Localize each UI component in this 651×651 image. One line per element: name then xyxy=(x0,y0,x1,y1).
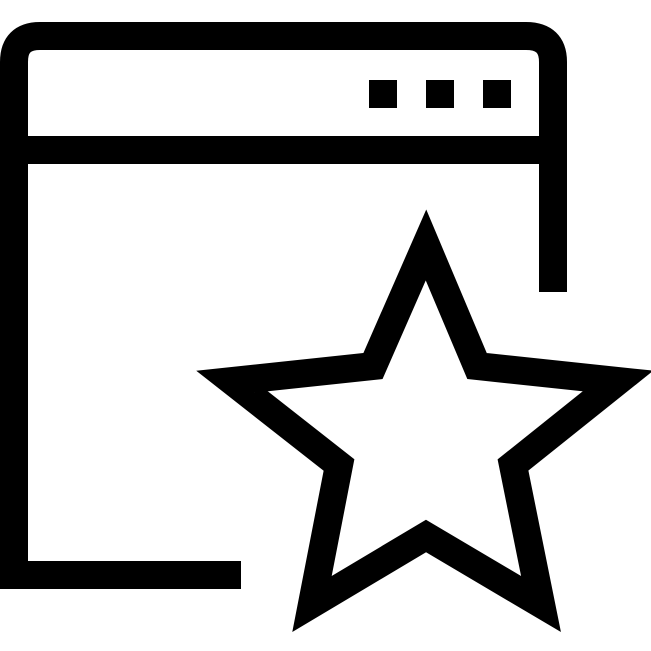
window-dot xyxy=(426,80,454,108)
star-icon xyxy=(196,209,651,633)
window-dots-icon xyxy=(369,80,511,108)
window-dot xyxy=(369,80,397,108)
browser-window-favorite-icon xyxy=(0,22,651,633)
icon-canvas xyxy=(0,0,651,651)
browser-window-icon xyxy=(0,22,567,589)
window-dot xyxy=(483,80,511,108)
